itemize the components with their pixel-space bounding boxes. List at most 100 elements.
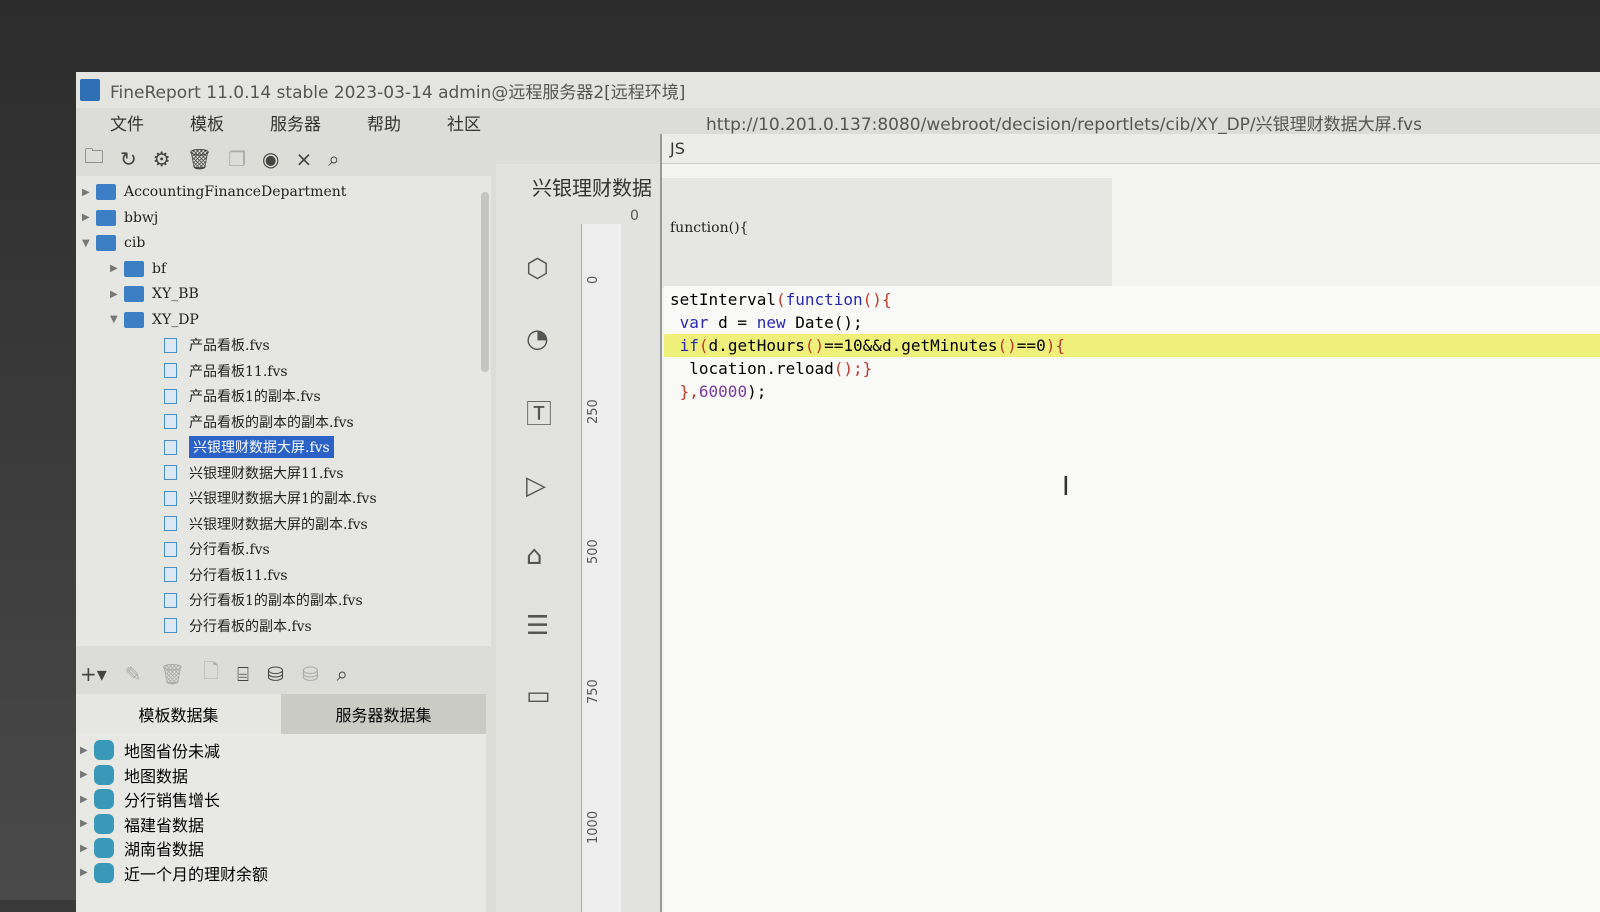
fvs-file-icon: [164, 618, 177, 633]
cube-icon[interactable]: ⬡: [526, 254, 552, 284]
collapsed-arrow-icon[interactable]: ▶: [80, 867, 94, 878]
dataset-label: 近一个月的理财余额: [124, 864, 269, 884]
tree-folder[interactable]: ▶ AccountingFinanceDepartment: [82, 180, 346, 204]
text-cursor-icon: I: [1062, 472, 1070, 502]
dataset-item[interactable]: ▶ 地图省份未减: [80, 738, 220, 762]
folder-icon: [124, 286, 144, 302]
collapsed-arrow-icon[interactable]: ▶: [82, 187, 96, 198]
menu-community[interactable]: 社区: [447, 108, 481, 142]
tree-folder[interactable]: ▼ XY_DP: [110, 308, 199, 332]
expanded-arrow-icon[interactable]: ▼: [110, 314, 124, 325]
add-dataset-icon[interactable]: +▾: [80, 662, 107, 686]
collapsed-arrow-icon[interactable]: ▶: [80, 818, 94, 829]
fvs-file-icon: [164, 541, 177, 557]
collapse-icon[interactable]: ⨯: [295, 147, 312, 171]
search-icon[interactable]: ⌕: [337, 662, 348, 686]
folder-icon: [96, 235, 116, 251]
tree-file[interactable]: 兴银理财数据大屏.fvs: [164, 435, 334, 459]
parameter-icon[interactable]: ⌸: [237, 662, 249, 686]
edit-icon[interactable]: ✎: [125, 662, 142, 686]
collapsed-arrow-icon[interactable]: ▶: [80, 794, 94, 805]
dataset-item[interactable]: ▶ 近一个月的理财余额: [80, 861, 268, 885]
collapsed-arrow-icon[interactable]: ▶: [80, 745, 94, 756]
tree-file[interactable]: 兴银理财数据大屏的副本.fvs: [164, 512, 368, 536]
code-token: location.reload: [670, 359, 834, 378]
expanded-arrow-icon[interactable]: ▼: [82, 238, 96, 249]
menu-bar: 文件 模板 服务器 帮助 社区: [76, 108, 493, 142]
collapsed-arrow-icon[interactable]: ▶: [110, 263, 124, 274]
tree-file[interactable]: 分行看板的副本.fvs: [164, 614, 312, 638]
tree-file[interactable]: 分行看板.fvs: [164, 537, 270, 561]
tree-file[interactable]: 产品看板1的副本.fvs: [164, 384, 321, 408]
dataset-icon: [94, 838, 114, 858]
dataset-item[interactable]: ▶ 湖南省数据: [80, 836, 204, 860]
menu-help[interactable]: 帮助: [367, 108, 401, 142]
folder-label: AccountingFinanceDepartment: [124, 184, 347, 200]
file-label: 产品看板.fvs: [189, 338, 270, 354]
video-icon[interactable]: ▷: [526, 471, 552, 501]
new-folder-icon[interactable]: 🗀: [84, 142, 104, 176]
tree-scrollbar[interactable]: [481, 192, 489, 372]
tree-folder[interactable]: ▼ cib: [82, 231, 145, 255]
js-dialog: JS function(){ setInterval(function(){ v…: [660, 134, 1600, 912]
tab-server-dataset[interactable]: 服务器数据集: [281, 694, 486, 734]
code-token: setInterval: [670, 290, 776, 309]
preview-icon[interactable]: 🗋: [203, 657, 219, 691]
delete-icon[interactable]: 🗑: [187, 147, 212, 171]
tree-file[interactable]: 兴银理财数据大屏11.fvs: [164, 461, 344, 485]
database-disabled-icon[interactable]: ⛁: [302, 662, 319, 686]
archive-icon[interactable]: ▭: [526, 681, 552, 711]
settings-icon[interactable]: ⚙: [153, 147, 171, 171]
refresh-icon[interactable]: ↻: [120, 147, 137, 171]
tree-file[interactable]: 分行看板11.fvs: [164, 563, 288, 587]
menu-template[interactable]: 模板: [190, 108, 224, 142]
dataset-item[interactable]: ▶ 分行销售增长: [80, 787, 220, 811]
tree-file[interactable]: 产品看板.fvs: [164, 333, 270, 357]
widget-icon[interactable]: ⌂: [526, 541, 552, 571]
collapsed-arrow-icon[interactable]: ▶: [80, 769, 94, 780]
dataset-label: 地图省份未减: [124, 742, 221, 761]
code-token: },: [670, 382, 699, 401]
code-token: d =: [708, 313, 757, 332]
tab-template-dataset[interactable]: 模板数据集: [76, 694, 281, 734]
js-dialog-title: JS: [662, 134, 1600, 164]
fvs-file-icon: [164, 337, 177, 353]
folder-label: cib: [124, 235, 146, 251]
tree-file[interactable]: 产品看板11.fvs: [164, 359, 288, 383]
code-token: ();}: [833, 359, 873, 378]
table-icon[interactable]: ☰: [526, 611, 552, 641]
collapsed-arrow-icon[interactable]: ▶: [80, 843, 94, 854]
locate-icon[interactable]: ◉: [262, 147, 279, 171]
fvs-file-icon: [164, 490, 177, 506]
tree-file[interactable]: 分行看板1的副本的副本.fvs: [164, 588, 363, 612]
dataset-icon: [94, 764, 114, 785]
tree-file[interactable]: 产品看板的副本的副本.fvs: [164, 410, 354, 434]
dataset-toolbar: +▾ ✎ 🗑 🗋 ⌸ ⛁ ⛁ ⌕: [80, 657, 348, 691]
menu-server[interactable]: 服务器: [270, 108, 321, 142]
code-token: Date: [785, 313, 834, 332]
tree-file[interactable]: 兴银理财数据大屏1的副本.fvs: [164, 486, 377, 510]
js-code-editor[interactable]: setInterval(function(){ var d = new Date…: [664, 286, 1600, 912]
delete-icon[interactable]: 🗑: [160, 662, 185, 686]
dataset-icon: [94, 740, 114, 760]
chart-icon[interactable]: ◔: [526, 324, 552, 354]
dataset-item[interactable]: ▶ 地图数据: [80, 763, 188, 787]
dataset-label: 福建省数据: [124, 815, 205, 835]
tree-folder[interactable]: ▶ bf: [110, 257, 166, 281]
collapsed-arrow-icon[interactable]: ▶: [110, 289, 124, 300]
database-icon[interactable]: ⛁: [267, 662, 284, 686]
window-title: FineReport 11.0.14 stable 2023-03-14 adm…: [110, 82, 686, 103]
text-icon[interactable]: 🅃: [526, 394, 552, 431]
code-token: );: [747, 382, 767, 401]
folder-label: XY_BB: [152, 286, 199, 302]
tree-folder[interactable]: ▶ XY_BB: [110, 282, 199, 306]
dataset-item[interactable]: ▶ 福建省数据: [80, 812, 204, 836]
ruler-label: 0: [586, 275, 601, 284]
code-token: new: [756, 313, 786, 332]
copy-icon[interactable]: ❐: [228, 147, 246, 171]
collapsed-arrow-icon[interactable]: ▶: [82, 212, 96, 223]
search-icon[interactable]: ⌕: [328, 147, 339, 171]
tree-folder[interactable]: ▶ bbwj: [82, 206, 158, 230]
title-bar: FineReport 11.0.14 stable 2023-03-14 adm…: [76, 72, 1600, 108]
menu-file[interactable]: 文件: [110, 108, 144, 142]
